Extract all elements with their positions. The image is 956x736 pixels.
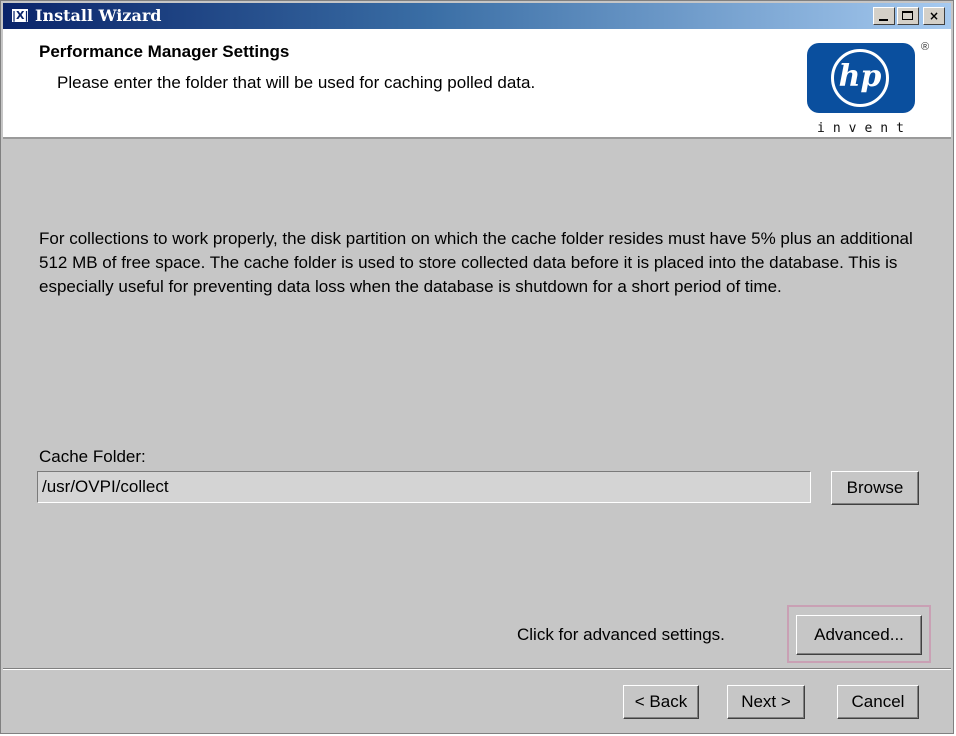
cancel-button[interactable]: Cancel	[837, 685, 919, 719]
cache-folder-input[interactable]	[37, 471, 811, 503]
registered-mark: ®	[921, 41, 930, 53]
maximize-button[interactable]	[897, 7, 919, 25]
app-icon: |X|	[11, 8, 29, 23]
hp-logo-tagline: invent	[817, 121, 912, 136]
window-title: Install Wizard	[35, 6, 162, 25]
cache-description: For collections to work properly, the di…	[39, 229, 913, 296]
hp-logo-mark: hp	[831, 49, 889, 107]
advanced-settings-prompt: Click for advanced settings.	[517, 625, 725, 644]
page-subtitle: Please enter the folder that will be use…	[57, 73, 536, 92]
close-button[interactable]: ×	[923, 7, 945, 25]
cache-folder-label: Cache Folder:	[39, 447, 146, 466]
title-bar[interactable]: |X| Install Wizard ×	[3, 3, 951, 29]
back-button[interactable]: < Back	[623, 685, 699, 719]
minimize-button[interactable]	[873, 7, 895, 25]
wizard-header: Performance Manager Settings Please ente…	[3, 29, 951, 139]
install-wizard-window: |X| Install Wizard × Performance Manager…	[0, 0, 954, 734]
advanced-button[interactable]: Advanced...	[796, 615, 922, 655]
page-title: Performance Manager Settings	[39, 42, 290, 61]
hp-logo: hp	[807, 43, 915, 113]
browse-button[interactable]: Browse	[831, 471, 919, 505]
footer-separator	[3, 668, 951, 670]
next-button[interactable]: Next >	[727, 685, 805, 719]
